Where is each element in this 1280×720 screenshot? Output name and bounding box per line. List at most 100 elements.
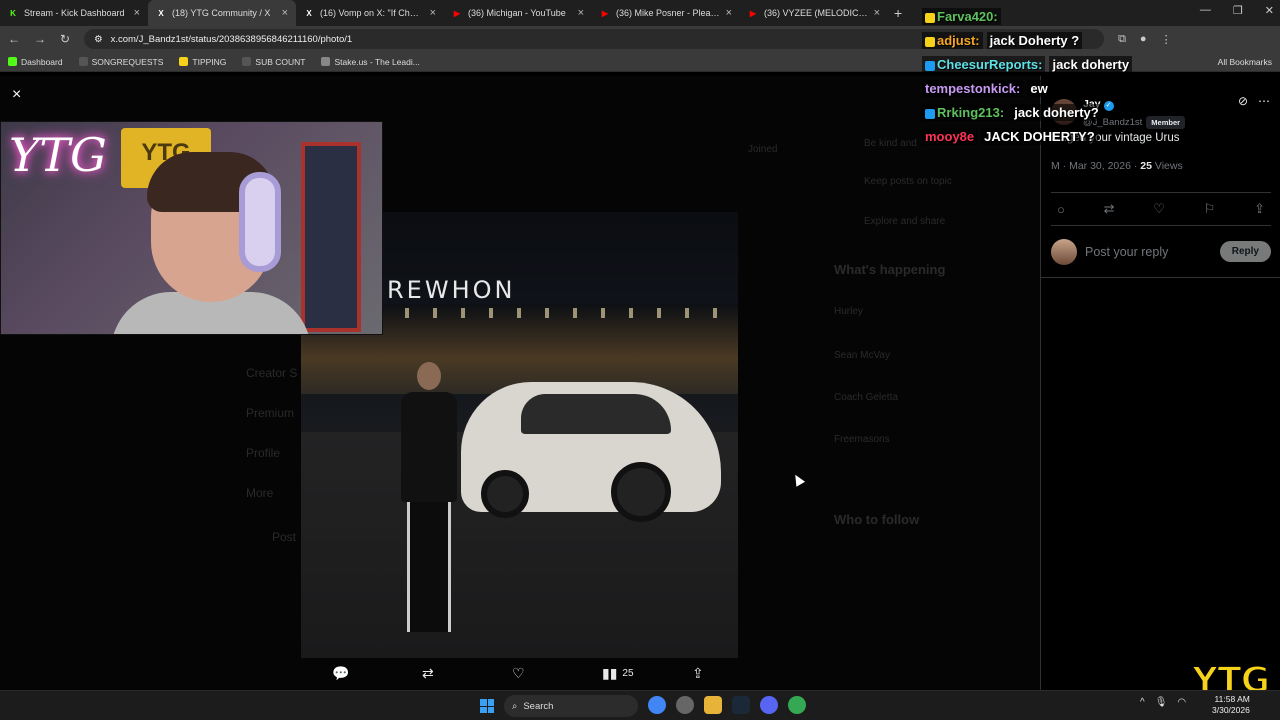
chat-text: jack doherty? <box>1011 104 1102 121</box>
close-viewer-button[interactable]: × <box>12 86 30 104</box>
bookmark-icon[interactable]: ⚐ <box>1204 201 1216 217</box>
streamer <box>111 152 311 334</box>
chrome-icon[interactable] <box>648 696 666 714</box>
maximize-icon[interactable]: ❐ <box>1233 4 1243 17</box>
chat-username: mooy8e <box>922 128 978 145</box>
bookmark-label: Dashboard <box>21 56 63 67</box>
repost-action[interactable]: ⇄ <box>422 665 434 682</box>
browser-tab[interactable]: X (18) YTG Community / X × <box>148 0 296 26</box>
person-image <box>401 362 457 632</box>
bookmark-item[interactable]: SONGREQUESTS <box>78 57 163 67</box>
browser-tab[interactable]: ▶ (36) VYZEE (MELODIC PART) - Y × <box>740 0 888 26</box>
close-tab-icon[interactable]: × <box>134 7 140 19</box>
taskbar-clock[interactable]: 11:58 AM 3/30/2026 <box>1212 694 1250 716</box>
ghost-nav-creator: Creator S <box>246 366 298 380</box>
ghost-trend-2: Sean McVay <box>834 350 890 361</box>
tab-title: (16) Vomp on X: "If Cheesur lo <box>320 8 424 18</box>
site-info-icon[interactable]: ⚙ <box>94 34 103 45</box>
back-icon[interactable]: ← <box>8 32 20 46</box>
like-icon[interactable]: ♡ <box>1153 201 1165 217</box>
post-actions: ○ ⇄ ♡ ⚐ ⇪ <box>1051 192 1271 226</box>
ghost-rule-2: Keep posts on topic <box>864 176 952 187</box>
url-text: x.com/J_Bandz1st/status/2038638956846211… <box>110 33 353 45</box>
file-explorer-icon[interactable] <box>704 696 722 714</box>
browser-tab[interactable]: ▶ (36) Michigan - YouTube × <box>444 0 592 26</box>
clock-date: 3/30/2026 <box>1212 705 1250 715</box>
repost-icon[interactable]: ⇄ <box>1104 201 1115 217</box>
menu-icon[interactable]: ⋮ <box>1161 33 1172 46</box>
chat-message: mooy8e JACK DOHERTY? <box>922 128 1162 145</box>
post-timestamp[interactable]: M · Mar 30, 2026 · <box>1051 160 1137 172</box>
close-window-icon[interactable]: ✕ <box>1265 4 1274 17</box>
ghost-who-to-follow: Who to follow <box>834 512 920 527</box>
chat-text: JACK DOHERTY? <box>981 128 1098 145</box>
close-tab-icon[interactable]: × <box>874 7 880 19</box>
person-body <box>401 392 457 502</box>
ghost-trend-1: Hurley <box>834 306 863 317</box>
chat-username-text: Rrking213: <box>937 105 1005 120</box>
person-head <box>417 362 441 390</box>
chat-text: ew <box>1027 80 1051 97</box>
bookmark-list: Dashboard SONGREQUESTS TIPPING SUB COUNT Sta… <box>8 57 420 67</box>
forward-icon[interactable]: → <box>34 32 46 46</box>
photo-viewer: Creator S Premium Profile More Post Join… <box>0 76 1040 690</box>
browser-tab[interactable]: ▶ (36) Mike Posner - Please Don't × <box>592 0 740 26</box>
new-tab-button[interactable]: + <box>888 5 908 21</box>
bookmark-icon <box>321 57 331 66</box>
reply-button[interactable]: Reply <box>1219 241 1271 262</box>
system-tray: ^ 🎙 ◠ <box>1140 697 1186 708</box>
mic-icon[interactable]: 🎙 <box>1155 697 1168 708</box>
close-tab-icon[interactable]: × <box>578 7 584 19</box>
close-tab-icon[interactable]: × <box>726 7 732 19</box>
grok-icon[interactable]: ⊘ <box>1238 94 1248 108</box>
reply-icon[interactable]: ○ <box>1057 202 1065 217</box>
youtube-icon: ▶ <box>601 8 609 18</box>
browser-tab[interactable]: X (16) Vomp on X: "If Cheesur lo × <box>296 0 444 26</box>
chat-username-text: adjust: <box>937 33 980 48</box>
post-side-panel: Jay✓ @J_Bandz1stMember ⊘ ⋯ I ...ged your… <box>1040 76 1280 690</box>
tab-list: K Stream - Kick Dashboard × X (18) YTG Commu… <box>0 0 888 26</box>
car-image <box>461 382 721 522</box>
close-tab-icon[interactable]: × <box>430 7 436 19</box>
bookmark-item[interactable]: Stake.us - The Leadi... <box>321 56 420 67</box>
chat-message: adjust: jack Doherty ? <box>922 32 1162 49</box>
reply-input[interactable]: Post your reply <box>1085 245 1212 259</box>
bookmark-item[interactable]: TIPPING <box>179 57 226 67</box>
search-icon: ⌕ <box>512 700 518 712</box>
all-bookmarks-link[interactable]: All Bookmarks <box>1218 57 1272 67</box>
ghost-rule-3: Explore and share <box>864 216 946 227</box>
webcam-overlay: YTG YTG <box>0 121 383 335</box>
views-action[interactable]: ▮▮ 25 <box>602 665 634 682</box>
repost-icon: ⇄ <box>422 665 434 681</box>
bookmark-item[interactable]: Dashboard <box>8 57 63 67</box>
bookmark-item[interactable]: SUB COUNT <box>242 57 305 67</box>
like-action[interactable]: ♡ <box>512 665 525 682</box>
windows-start-icon[interactable] <box>480 699 494 713</box>
taskbar-apps <box>648 696 806 714</box>
steam-icon[interactable] <box>732 696 750 714</box>
share-icon[interactable]: ⇪ <box>1254 201 1265 217</box>
taskbar-search[interactable]: ⌕ Search <box>504 695 638 717</box>
close-tab-icon[interactable]: × <box>282 7 288 19</box>
clock-time: 11:58 AM <box>1214 694 1250 704</box>
obs-icon[interactable] <box>676 696 694 714</box>
ghost-nav-more: More <box>246 486 274 500</box>
share-action[interactable]: ⇪ <box>692 665 704 682</box>
wifi-icon[interactable]: ◠ <box>1177 697 1186 708</box>
minimize-icon[interactable]: — <box>1200 4 1211 17</box>
tray-chevron-icon[interactable]: ^ <box>1140 697 1145 708</box>
reply-action[interactable]: 💬 <box>332 665 349 682</box>
bookmark-label: Stake.us - The Leadi... <box>334 56 420 67</box>
chrome-alt-icon[interactable] <box>788 696 806 714</box>
browser-tab[interactable]: K Stream - Kick Dashboard × <box>0 0 148 26</box>
more-icon[interactable]: ⋯ <box>1258 94 1270 108</box>
reload-icon[interactable]: ↻ <box>60 32 70 46</box>
person-legs <box>407 502 451 632</box>
user-avatar <box>1051 238 1077 265</box>
ghost-whats-happening: What's happening <box>834 262 946 277</box>
chat-username: Rrking213: <box>922 104 1008 121</box>
discord-icon[interactable] <box>760 696 778 714</box>
youtube-icon: ▶ <box>453 8 461 18</box>
heart-icon: ♡ <box>512 665 525 681</box>
chat-badge-icon <box>925 60 935 71</box>
